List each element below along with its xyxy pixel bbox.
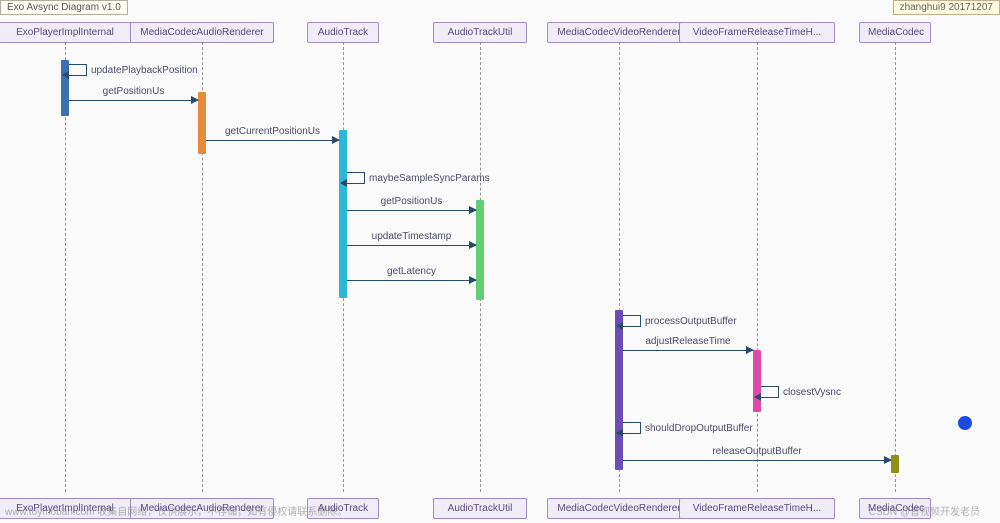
- self-message-label: shouldDropOutputBuffer: [645, 423, 753, 434]
- activation-p5: [753, 350, 761, 412]
- self-message-arrow: [623, 422, 641, 434]
- diagram-stamp: zhanghui9 20171207: [893, 0, 1000, 15]
- self-message-arrow: [347, 172, 365, 184]
- participant-p1: MediaCodecAudioRenderer: [130, 22, 275, 43]
- activation-p6: [891, 455, 899, 473]
- message-arrow: [347, 210, 476, 211]
- activation-p0: [61, 60, 69, 116]
- message-arrow: [623, 460, 891, 461]
- lifeline-p6: [895, 42, 896, 492]
- watermark-left: www.toymoban.com 收集自网络，仅供展示，不存储，如有侵权请联系删…: [5, 503, 347, 518]
- participant-p3: AudioTrackUtil: [433, 22, 527, 43]
- watermark-right: CSDN @音视频开发老员: [869, 503, 980, 518]
- activation-p1: [198, 92, 206, 154]
- blue-marker-dot: [958, 416, 972, 430]
- activation-p3: [476, 200, 484, 300]
- self-message-label: processOutputBuffer: [645, 316, 737, 327]
- participant-p4: MediaCodecVideoRenderer: [547, 22, 692, 43]
- participant-p0: ExoPlayerImplInternal: [0, 22, 132, 43]
- message-arrow: [347, 280, 476, 281]
- diagram-title: Exo Avsync Diagram v1.0: [0, 0, 128, 15]
- message-arrow: [206, 140, 339, 141]
- participant-p4-bottom: MediaCodecVideoRenderer: [547, 498, 692, 519]
- message-label: releaseOutputBuffer: [623, 446, 891, 457]
- message-label: updateTimestamp: [347, 231, 476, 242]
- message-arrow: [347, 245, 476, 246]
- message-arrow: [623, 350, 753, 351]
- self-message-label: updatePlaybackPosition: [91, 65, 198, 76]
- message-label: getLatency: [347, 266, 476, 277]
- self-message-arrow: [623, 315, 641, 327]
- participant-p5: VideoFrameReleaseTimeH...: [679, 22, 835, 43]
- self-message-arrow: [761, 386, 779, 398]
- participant-p3-bottom: AudioTrackUtil: [433, 498, 527, 519]
- participant-p2: AudioTrack: [307, 22, 379, 43]
- message-label: getPositionUs: [347, 196, 476, 207]
- self-message-label: maybeSampleSyncParams: [369, 173, 490, 184]
- self-message-arrow: [69, 64, 87, 76]
- lifeline-p5: [757, 42, 758, 492]
- message-label: getCurrentPositionUs: [206, 126, 339, 137]
- activation-p2: [339, 130, 347, 298]
- message-arrow: [69, 100, 198, 101]
- message-label: adjustReleaseTime: [623, 336, 753, 347]
- participant-p6: MediaCodec: [859, 22, 931, 43]
- self-message-label: closestVysnc: [783, 387, 841, 398]
- participant-p5-bottom: VideoFrameReleaseTimeH...: [679, 498, 835, 519]
- activation-p4: [615, 310, 623, 470]
- message-label: getPositionUs: [69, 86, 198, 97]
